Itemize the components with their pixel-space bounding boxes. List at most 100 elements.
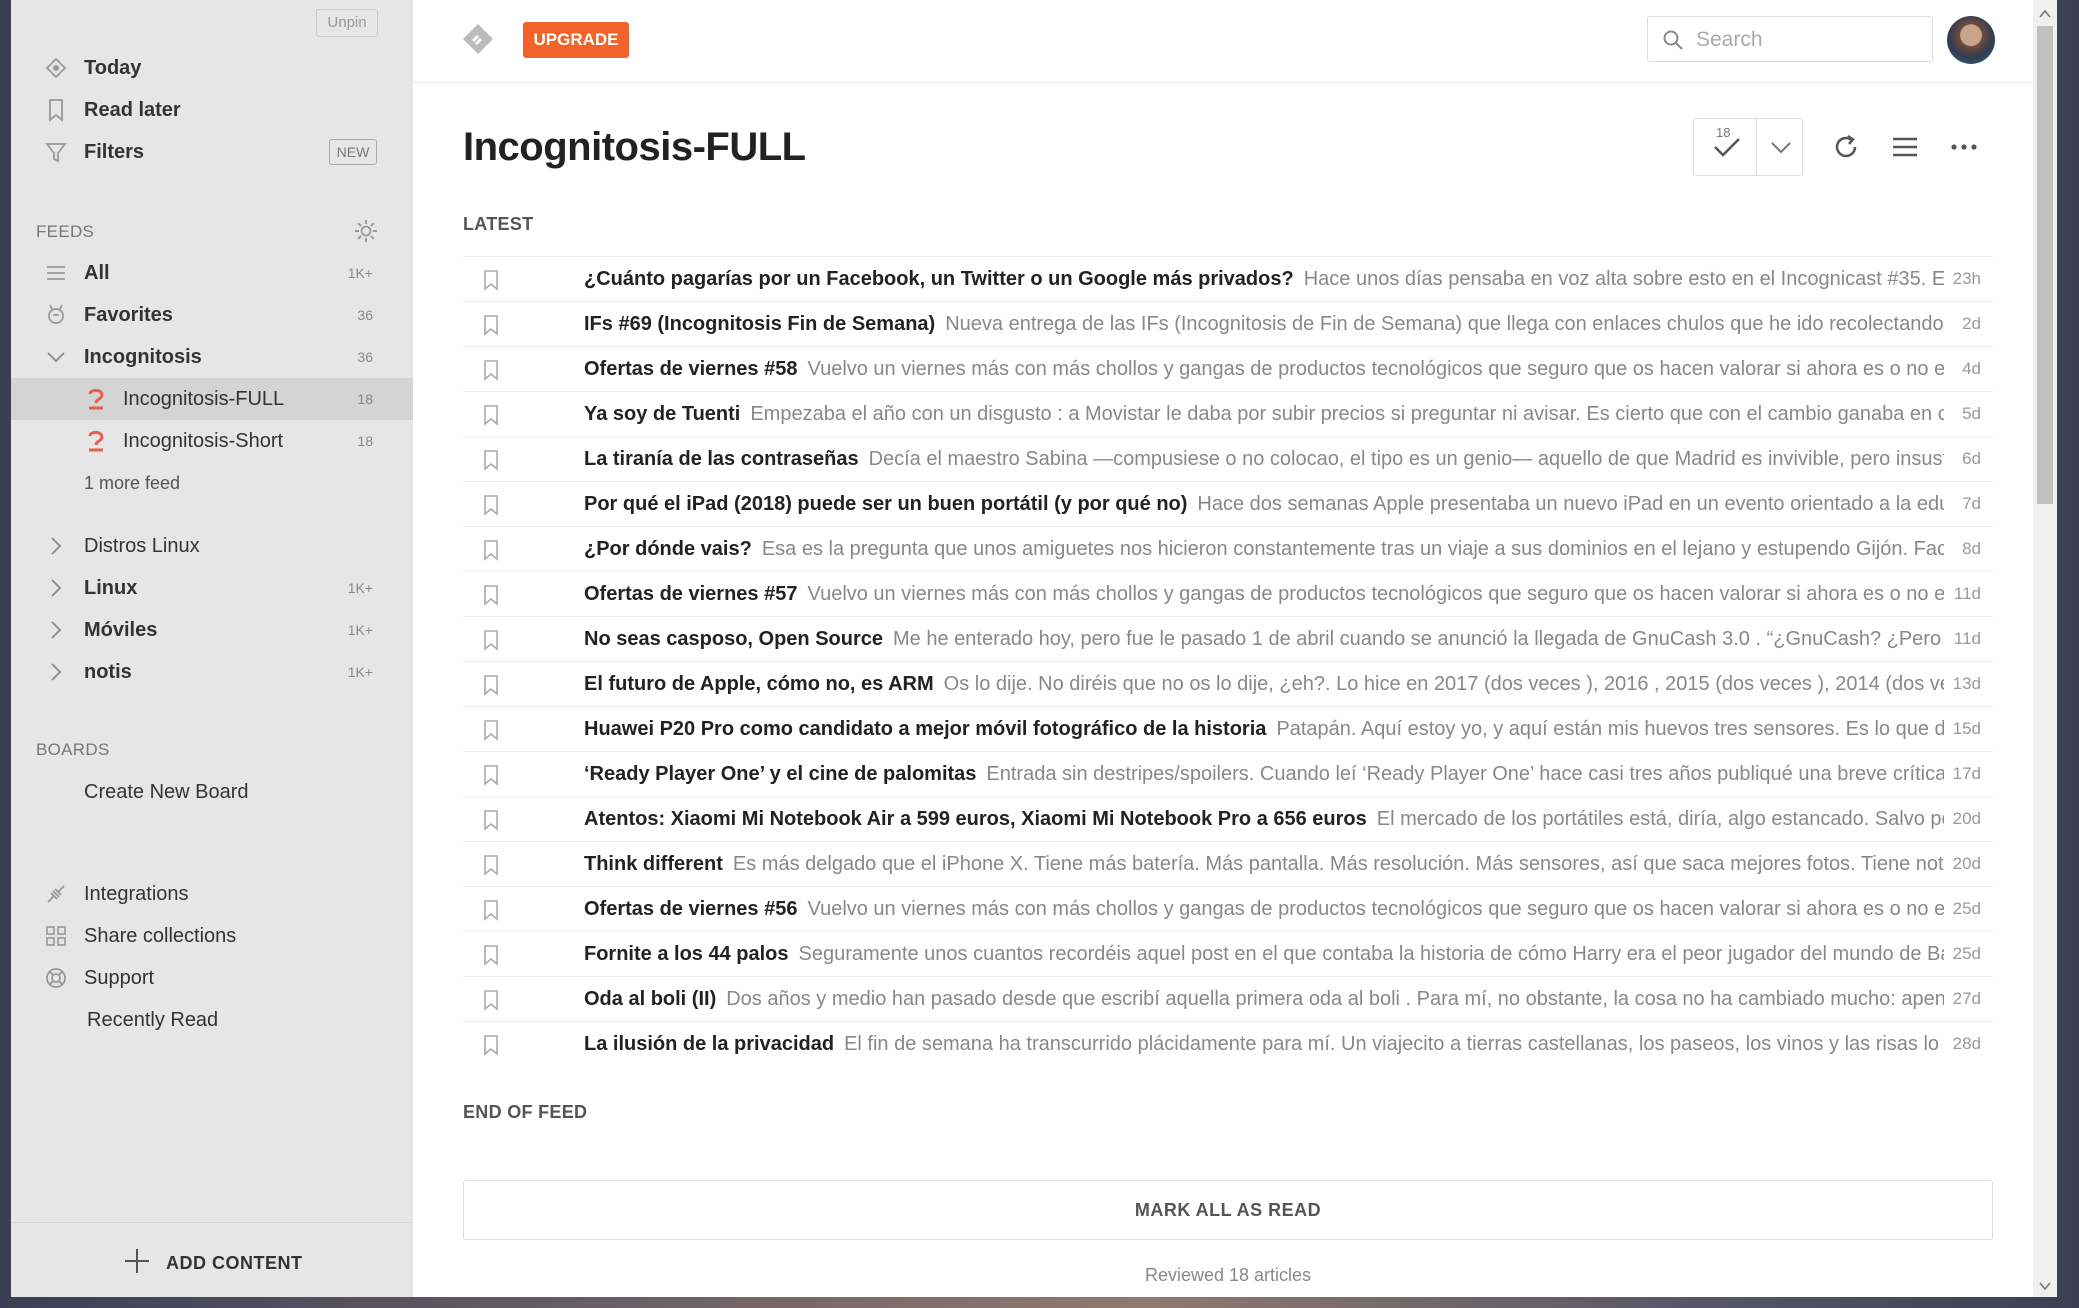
sidebar-item-read-later[interactable]: Read later <box>11 89 413 131</box>
article-row[interactable]: ¿Cuánto pagarías por un Facebook, un Twi… <box>463 256 1993 301</box>
chevron-down-icon[interactable] <box>1769 137 1793 162</box>
integrations-icon <box>43 881 69 907</box>
article-title[interactable]: Ofertas de viernes #56 <box>584 898 797 920</box>
add-content-button[interactable]: ADD CONTENT <box>11 1222 413 1297</box>
search-input[interactable] <box>1694 23 1928 57</box>
article-title[interactable]: La ilusión de la privacidad <box>584 1033 834 1055</box>
avatar[interactable] <box>1947 16 1995 64</box>
chevron-right-icon[interactable] <box>43 617 69 643</box>
article-row[interactable]: IFs #69 (Incognitosis Fin de Semana) Nuev… <box>463 301 1993 346</box>
article-row[interactable]: Ofertas de viernes #58 Vuelvo un viernes … <box>463 346 1993 391</box>
list-icon <box>43 260 69 286</box>
create-board-button[interactable]: Create New Board <box>11 771 413 813</box>
sidebar-item-today[interactable]: Today <box>11 47 413 89</box>
scrollbar-thumb[interactable] <box>2037 26 2053 504</box>
bookmark-icon[interactable] <box>482 629 500 656</box>
sidebar-item-share-collections[interactable]: Share collections <box>11 915 413 957</box>
article-row[interactable]: Huawei P20 Pro como candidato a mejor mó… <box>463 706 1993 751</box>
bookmark-icon[interactable] <box>482 809 500 836</box>
article-row[interactable]: Think different Es más delgado que el iPh… <box>463 841 1993 886</box>
unpin-button[interactable]: Unpin <box>316 9 378 37</box>
article-row[interactable]: La ilusión de la privacidad El fin de sem… <box>463 1021 1993 1066</box>
article-row[interactable]: Ofertas de viernes #56 Vuelvo un viernes … <box>463 886 1993 931</box>
more-icon[interactable] <box>1949 132 1979 167</box>
bookmark-icon[interactable] <box>482 314 500 341</box>
bookmark-icon[interactable] <box>482 539 500 566</box>
chevron-right-icon[interactable] <box>43 659 69 685</box>
article-row[interactable]: Fornite a los 44 palos Seguramente unos c… <box>463 931 1993 976</box>
gear-icon[interactable] <box>353 218 379 249</box>
mark-all-read-button[interactable]: MARK ALL AS READ <box>463 1180 1993 1240</box>
logo-icon[interactable] <box>461 22 495 61</box>
article-row[interactable]: ¿Por dónde vais? Esa es la pregunta que u… <box>463 526 1993 571</box>
bookmark-icon[interactable] <box>482 1034 500 1061</box>
sidebar-item-incognitosis-full[interactable]: Incognitosis-FULL 18 <box>11 378 413 420</box>
article-row[interactable]: Oda al boli (II) Dos años y medio han pas… <box>463 976 1993 1021</box>
article-title[interactable]: Atentos: Xiaomi Mi Notebook Air a 599 eu… <box>584 808 1367 830</box>
sidebar-item-integrations[interactable]: Integrations <box>11 873 413 915</box>
sidebar-item-notis[interactable]: notis 1K+ <box>11 651 413 693</box>
article-title[interactable]: Ofertas de viernes #58 <box>584 358 797 380</box>
bookmark-icon[interactable] <box>482 494 500 521</box>
article-title[interactable]: ¿Cuánto pagarías por un Facebook, un Twi… <box>584 268 1294 290</box>
today-icon <box>43 55 69 81</box>
bookmark-icon[interactable] <box>482 899 500 926</box>
sidebar-item-distros-linux[interactable]: Distros Linux <box>11 525 413 567</box>
bookmark-icon[interactable] <box>482 944 500 971</box>
bookmark-icon[interactable] <box>482 584 500 611</box>
article-row[interactable]: Atentos: Xiaomi Mi Notebook Air a 599 eu… <box>463 796 1993 841</box>
bookmark-icon[interactable] <box>482 269 500 296</box>
article-title[interactable]: Huawei P20 Pro como candidato a mejor mó… <box>584 718 1266 740</box>
plus-icon <box>123 1247 151 1280</box>
article-row[interactable]: La tiranía de las contraseñas Decía el ma… <box>463 436 1993 481</box>
bookmark-icon[interactable] <box>482 674 500 701</box>
refresh-icon[interactable] <box>1831 132 1861 167</box>
more-feed-link[interactable]: 1 more feed <box>84 473 180 494</box>
search-box[interactable] <box>1647 16 1933 62</box>
article-title[interactable]: ¿Por dónde vais? <box>584 538 752 560</box>
sidebar-item-incognitosis[interactable]: Incognitosis 36 <box>11 336 413 378</box>
scroll-up-icon[interactable] <box>2039 6 2051 24</box>
article-title[interactable]: Think different <box>584 853 723 875</box>
article-row[interactable]: No seas casposo, Open Source Me he entera… <box>463 616 1993 661</box>
menu-icon[interactable] <box>1890 132 1920 167</box>
article-row[interactable]: ‘Ready Player One’ y el cine de palomita… <box>463 751 1993 796</box>
article-title[interactable]: Oda al boli (II) <box>584 988 716 1010</box>
article-title[interactable]: No seas casposo, Open Source <box>584 628 883 650</box>
scrollbar[interactable] <box>2033 0 2057 1297</box>
article-row[interactable]: El futuro de Apple, cómo no, es ARM Os lo… <box>463 661 1993 706</box>
scroll-down-icon[interactable] <box>2039 1278 2051 1296</box>
chevron-right-icon[interactable] <box>43 575 69 601</box>
bookmark-icon[interactable] <box>482 764 500 791</box>
bookmark-icon[interactable] <box>482 989 500 1016</box>
article-row[interactable]: Por qué el iPad (2018) puede ser un buen… <box>463 481 1993 526</box>
article-title[interactable]: Ya soy de Tuenti <box>584 403 740 425</box>
sidebar-item-recently-read[interactable]: Recently Read <box>11 999 413 1041</box>
article-title[interactable]: Por qué el iPad (2018) puede ser un buen… <box>584 493 1187 515</box>
sidebar-item-moviles[interactable]: Móviles 1K+ <box>11 609 413 651</box>
article-row[interactable]: Ofertas de viernes #57 Vuelvo un viernes … <box>463 571 1993 616</box>
sidebar-item-linux[interactable]: Linux 1K+ <box>11 567 413 609</box>
bookmark-icon[interactable] <box>482 854 500 881</box>
article-title[interactable]: ‘Ready Player One’ y el cine de palomita… <box>584 763 976 785</box>
bookmark-icon[interactable] <box>482 404 500 431</box>
article-title[interactable]: Ofertas de viernes #57 <box>584 583 797 605</box>
article-title[interactable]: IFs #69 (Incognitosis Fin de Semana) <box>584 313 935 335</box>
sidebar-item-all[interactable]: All 1K+ <box>11 252 413 294</box>
upgrade-button[interactable]: UPGRADE <box>523 22 629 58</box>
article-row[interactable]: Ya soy de Tuenti Empezaba el año con un d… <box>463 391 1993 436</box>
chevron-right-icon[interactable] <box>43 533 69 559</box>
bookmark-icon[interactable] <box>482 359 500 386</box>
article-title[interactable]: La tiranía de las contraseñas <box>584 448 859 470</box>
sidebar-item-favorites[interactable]: Favorites 36 <box>11 294 413 336</box>
sidebar-item-incognitosis-short[interactable]: Incognitosis-Short 18 <box>11 420 413 462</box>
chevron-down-icon[interactable] <box>43 344 69 370</box>
bookmark-icon[interactable] <box>482 719 500 746</box>
sidebar-item-label: Filters <box>84 140 145 163</box>
sidebar-item-filters[interactable]: Filters NEW <box>11 131 413 173</box>
article-title[interactable]: El futuro de Apple, cómo no, es ARM <box>584 673 934 695</box>
check-icon[interactable] <box>1712 135 1742 164</box>
sidebar-item-support[interactable]: Support <box>11 957 413 999</box>
bookmark-icon[interactable] <box>482 449 500 476</box>
article-title[interactable]: Fornite a los 44 palos <box>584 943 789 965</box>
